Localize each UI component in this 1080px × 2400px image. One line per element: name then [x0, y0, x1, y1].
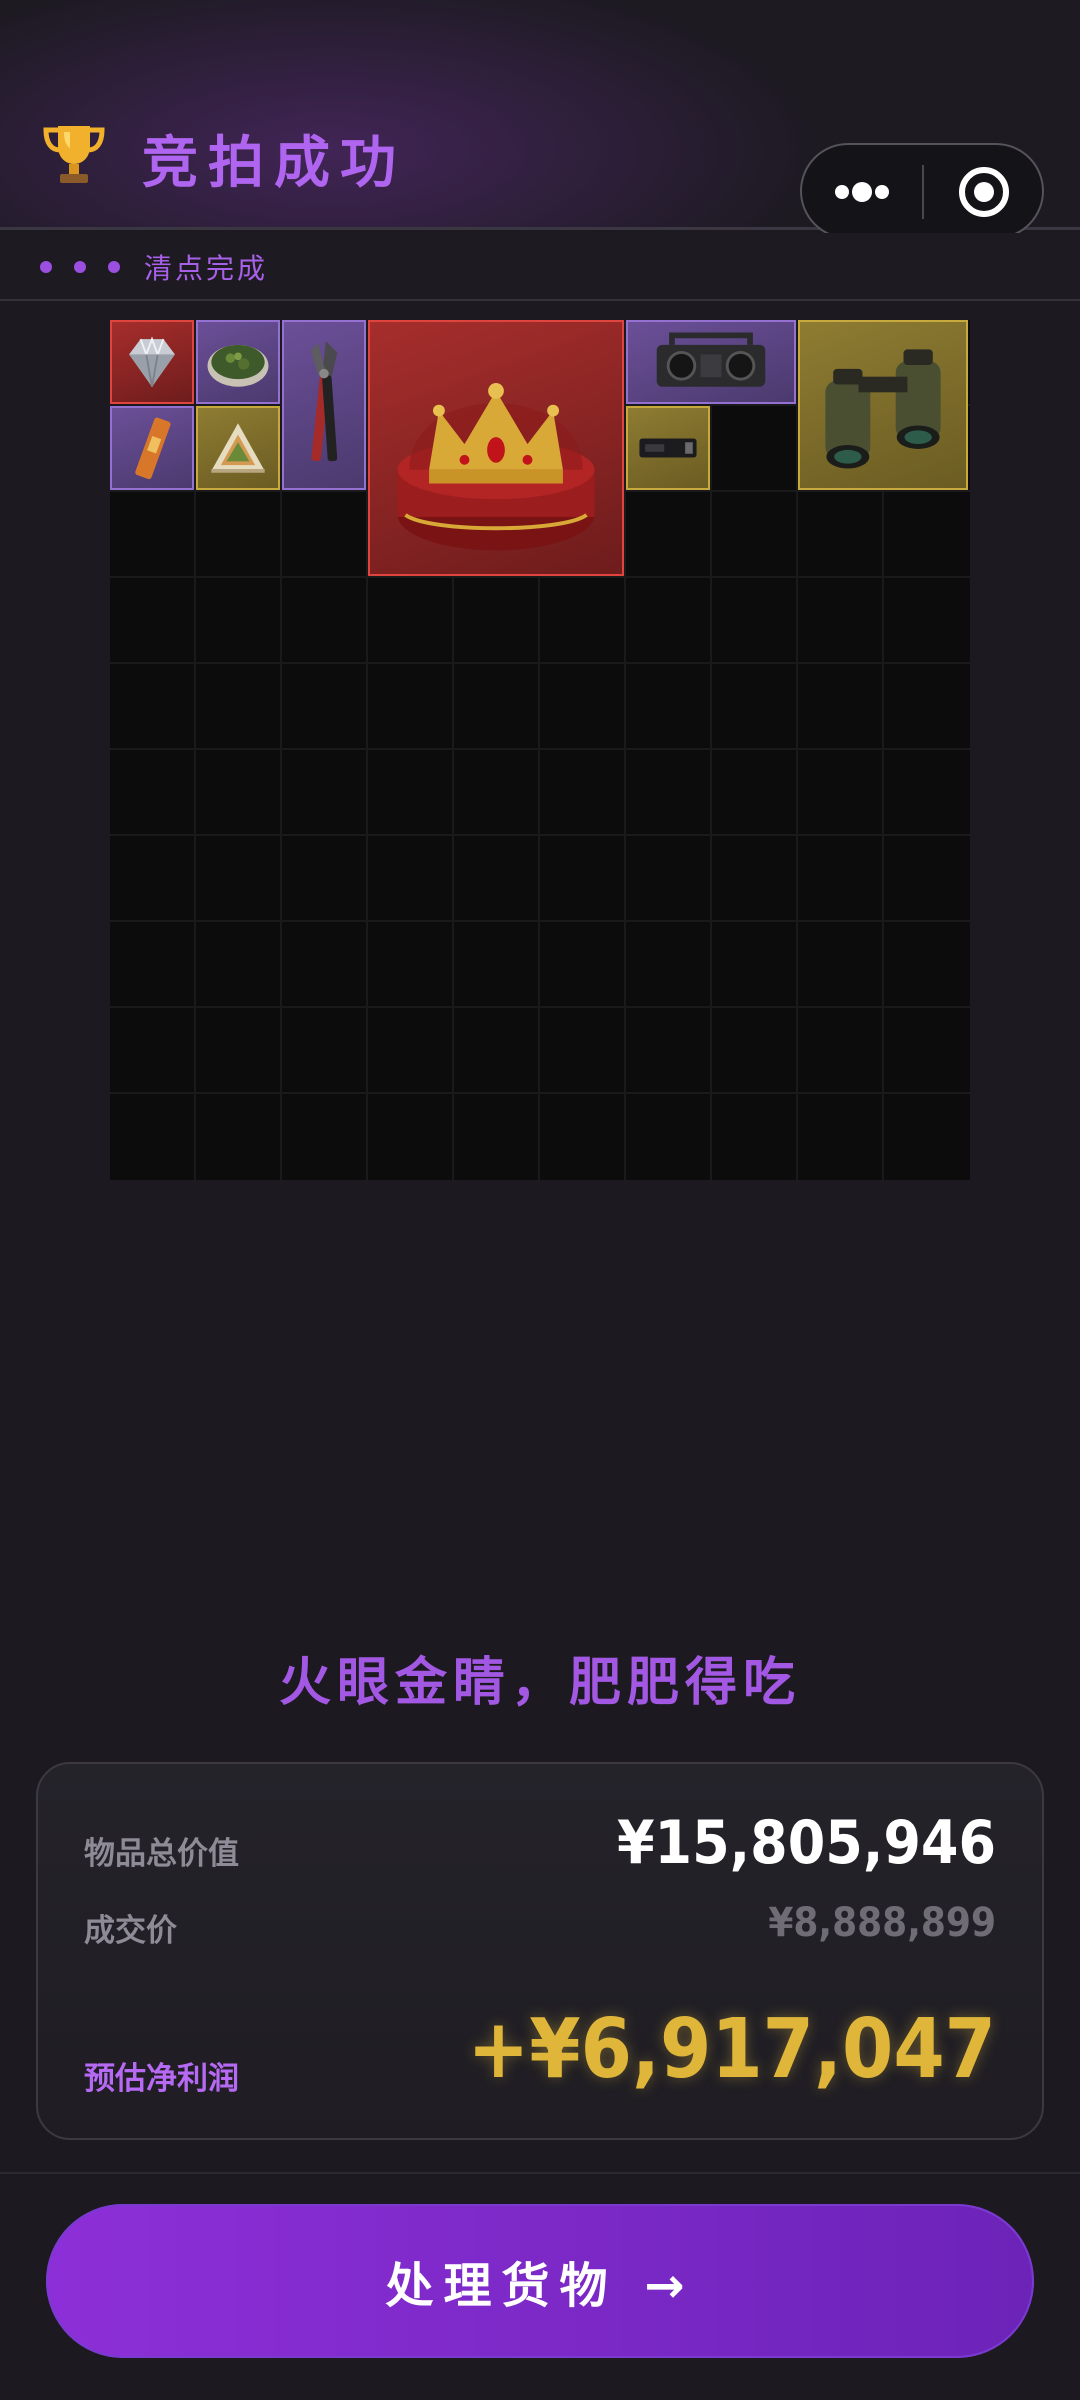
- total-value: ¥15,805,946: [616, 1808, 996, 1878]
- item-diamond[interactable]: [110, 320, 194, 404]
- item-binoculars[interactable]: [798, 320, 968, 490]
- profit-label: 预估净利润: [84, 2061, 239, 2097]
- item-herb-dish[interactable]: [196, 320, 280, 404]
- header: 竞拍成功: [0, 0, 1080, 239]
- mini-program-capsule: [800, 143, 1044, 239]
- item-royal-crown-box[interactable]: [368, 320, 624, 576]
- grid-line: [110, 748, 970, 750]
- item-bolt-cutter[interactable]: [282, 320, 366, 490]
- progress-dot: [40, 261, 52, 273]
- grid-line: [110, 576, 970, 578]
- grid-line: [110, 834, 970, 836]
- grid-line: [110, 662, 970, 664]
- item-ssd-drive[interactable]: [626, 406, 710, 490]
- trophy-icon: [38, 118, 110, 190]
- item-sandwich[interactable]: [196, 406, 280, 490]
- divider: [0, 2172, 1080, 2174]
- profit-value: +¥6,917,047: [467, 2002, 996, 2097]
- target-icon[interactable]: [924, 145, 1042, 237]
- grid-line: [710, 320, 712, 1180]
- total-value-label: 物品总价值: [84, 1836, 239, 1872]
- grid-line: [110, 920, 970, 922]
- progress-dot: [74, 261, 86, 273]
- summary-card: 物品总价值 ¥15,805,946 成交价 ¥8,888,899 预估净利润 +…: [36, 1762, 1044, 2140]
- grid-line: [110, 1092, 970, 1094]
- inventory-grid: [110, 320, 970, 1180]
- slogan-text: 火眼金睛，肥肥得吃: [278, 1653, 801, 1713]
- more-dots-icon[interactable]: [802, 145, 922, 237]
- item-boombox[interactable]: [626, 320, 796, 404]
- deal-price-value: ¥8,888,899: [768, 1900, 996, 1946]
- grid-line: [110, 1006, 970, 1008]
- process-goods-button[interactable]: 处理货物 →: [46, 2204, 1034, 2358]
- item-energy-bar[interactable]: [110, 406, 194, 490]
- progress-dot: [108, 261, 120, 273]
- page-title: 竞拍成功: [142, 131, 406, 196]
- status-text: 清点完成: [144, 252, 269, 285]
- status-bar: 清点完成: [0, 233, 1080, 301]
- deal-price-label: 成交价: [84, 1913, 177, 1949]
